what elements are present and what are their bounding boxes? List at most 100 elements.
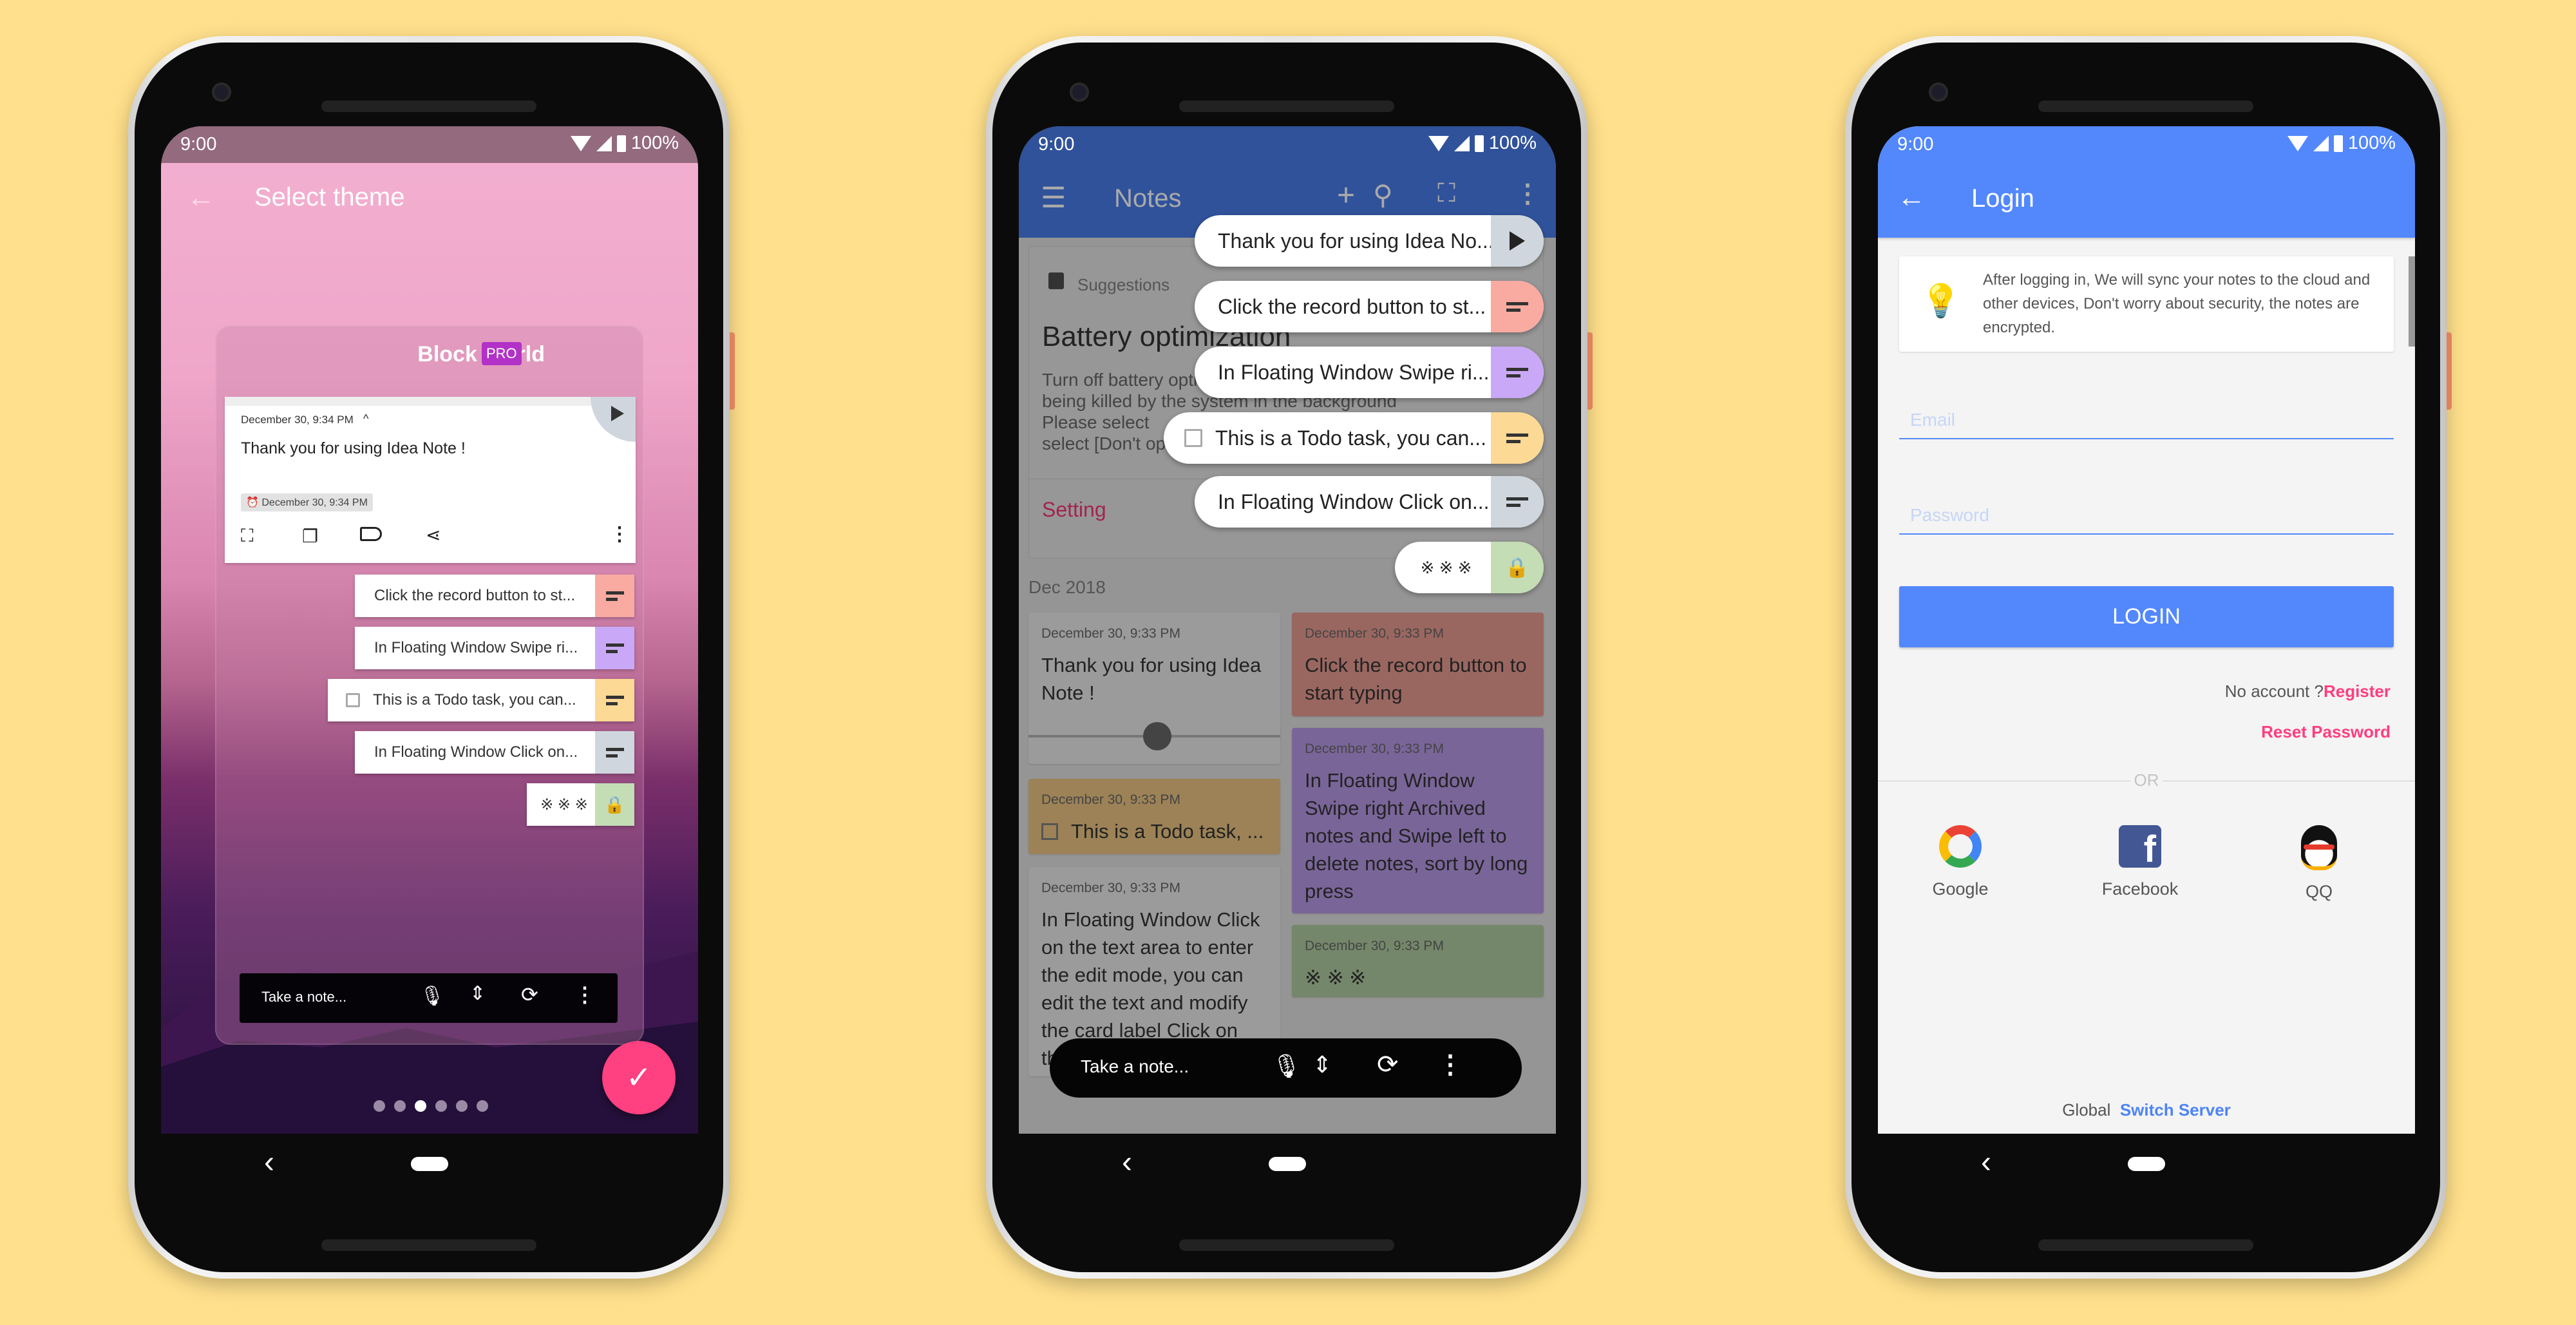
password-field[interactable]: Password: [1899, 499, 2394, 535]
play-icon[interactable]: [1491, 215, 1544, 267]
note-date: December 30, 9:33 PM: [1041, 792, 1180, 807]
scrollbar[interactable]: [2409, 256, 2415, 347]
page-dot[interactable]: [435, 1100, 447, 1112]
battery-level: 100%: [630, 133, 679, 153]
page-dot[interactable]: [477, 1100, 488, 1112]
pill-text: ※ ※ ※: [1420, 557, 1472, 577]
take-note-input[interactable]: Take a note...: [261, 989, 346, 1006]
add-icon[interactable]: +: [1337, 178, 1355, 213]
note-card[interactable]: December 30, 9:33 PM Click the record but…: [1292, 613, 1544, 716]
page-dot[interactable]: [374, 1100, 385, 1112]
floating-note-pill[interactable]: In Floating Window Click on...: [355, 731, 634, 774]
more-icon[interactable]: ⋮: [1515, 179, 1540, 209]
nav-home-button[interactable]: [1269, 1157, 1306, 1171]
share-icon[interactable]: ⋖: [426, 524, 440, 546]
lightbulb-icon: 💡: [1920, 283, 1962, 319]
todo-note-card[interactable]: December 30, 9:33 PM This is a Todo task,…: [1028, 779, 1280, 854]
floating-todo-pill[interactable]: This is a Todo task, you can...: [328, 679, 634, 721]
power-button: [730, 332, 735, 410]
more-icon[interactable]: ⋮: [574, 982, 595, 1007]
floating-note-pill[interactable]: In Floating Window Swipe ri...: [1195, 347, 1544, 398]
info-card: 💡 After logging in, We will sync your no…: [1899, 256, 2394, 352]
floating-note-pill[interactable]: In Floating Window Click on...: [1195, 476, 1544, 528]
floating-note-pill[interactable]: Click the record button to st...: [1195, 281, 1544, 332]
lock-icon: 🔒: [595, 783, 634, 826]
reset-password-link[interactable]: Reset Password: [2261, 722, 2391, 742]
pill-text: Thank you for using Idea No...: [1218, 229, 1491, 253]
email-placeholder: Email: [1910, 410, 1956, 430]
play-button[interactable]: [591, 397, 636, 442]
todo-checkbox[interactable]: [346, 693, 360, 707]
menu-icon[interactable]: ☰: [1041, 182, 1066, 214]
status-bar: 9:00 100%: [1019, 126, 1556, 163]
mic-icon[interactable]: 🎙: [1272, 1053, 1302, 1080]
system-nav-bar: ‹: [1878, 1134, 2415, 1196]
pill-text: In Floating Window Swipe ri...: [1218, 360, 1490, 384]
facebook-login[interactable]: f Facebook: [2076, 825, 2204, 899]
login-button[interactable]: LOGIN: [1899, 586, 2394, 647]
pill-text: This is a Todo task, you can...: [1215, 426, 1486, 450]
todo-checkbox[interactable]: [1041, 823, 1058, 840]
email-field[interactable]: Email: [1899, 403, 2394, 439]
google-login[interactable]: Google: [1896, 825, 2025, 899]
play-icon[interactable]: [1143, 722, 1171, 750]
register-row: No account ?Register: [2225, 682, 2391, 701]
qq-login[interactable]: QQ: [2255, 825, 2383, 902]
back-arrow-icon[interactable]: ←: [187, 182, 215, 214]
register-link[interactable]: Register: [2324, 682, 2391, 701]
setting-link[interactable]: Setting: [1042, 498, 1106, 522]
lock-icon: 🔒: [1491, 542, 1544, 593]
note-card[interactable]: December 30, 9:33 PM Thank you for using …: [1028, 613, 1280, 764]
note-lines-icon: [595, 627, 634, 669]
note-text: Thank you for using Idea Note !: [1041, 654, 1262, 704]
floating-locked-pill[interactable]: ※ ※ ※ 🔒: [1395, 542, 1544, 593]
note-lines-icon: [1491, 476, 1544, 528]
waveform: [225, 397, 636, 406]
floating-note-pill[interactable]: Click the record button to st...: [355, 575, 634, 617]
expand-icon[interactable]: ⇕: [1312, 1051, 1332, 1078]
more-icon[interactable]: ⋮: [610, 523, 629, 546]
pill-text: In Floating Window Swipe ri...: [374, 639, 578, 656]
mic-icon[interactable]: 🎙: [420, 985, 444, 1007]
fullscreen-icon[interactable]: ⛶: [241, 526, 254, 547]
copy-icon[interactable]: ❐: [302, 526, 318, 547]
nav-home-button[interactable]: [2128, 1157, 2165, 1171]
search-icon[interactable]: ⚲: [1373, 179, 1393, 211]
nav-back-icon[interactable]: ‹: [1981, 1147, 1991, 1179]
floating-note-pill[interactable]: In Floating Window Swipe ri...: [355, 627, 634, 669]
reminder-chip[interactable]: ⏰ December 30, 9:34 PM: [241, 493, 373, 511]
floating-note-pill[interactable]: Thank you for using Idea No...: [1195, 215, 1544, 267]
page-dot[interactable]: [394, 1100, 406, 1112]
nav-back-icon[interactable]: ‹: [264, 1147, 274, 1179]
page-title: Login: [1971, 184, 2034, 213]
locked-note-card[interactable]: December 30, 9:33 PM ※ ※ ※: [1292, 925, 1544, 997]
password-placeholder: Password: [1910, 505, 1989, 525]
sync-icon[interactable]: ⟳: [1377, 1050, 1399, 1080]
collapse-chevron-icon[interactable]: ^: [363, 412, 368, 426]
floating-locked-pill[interactable]: ※ ※ ※ 🔒: [527, 783, 634, 826]
note-card[interactable]: December 30, 9:33 PM In Floating Window S…: [1292, 728, 1544, 913]
todo-checkbox[interactable]: [1184, 429, 1202, 447]
qq-penguin-icon: [2301, 825, 2337, 870]
note-date: December 30, 9:33 PM: [1305, 939, 1444, 953]
confirm-fab-check-icon[interactable]: ✓: [602, 1041, 676, 1114]
pro-badge: PRO: [482, 342, 522, 365]
label-icon[interactable]: [360, 527, 382, 541]
battery-icon: [616, 135, 626, 152]
switch-server-link[interactable]: Switch Server: [2120, 1100, 2231, 1120]
page-dot-active[interactable]: [415, 1100, 426, 1112]
scan-icon[interactable]: ⛶: [1437, 179, 1455, 208]
more-icon[interactable]: ⋮: [1437, 1050, 1463, 1080]
page-dot[interactable]: [456, 1100, 468, 1112]
floating-todo-pill[interactable]: This is a Todo task, you can...: [1164, 412, 1544, 464]
system-nav-bar: ‹: [1019, 1134, 1556, 1196]
sync-icon[interactable]: ⟳: [521, 982, 538, 1007]
nav-home-button[interactable]: [411, 1157, 448, 1171]
take-note-input[interactable]: Take a note...: [1081, 1056, 1189, 1077]
nav-back-icon[interactable]: ‹: [1122, 1147, 1132, 1179]
note-card[interactable]: December 30, 9:34 PM ^ Thank you for usi…: [225, 397, 636, 563]
speaker: [1179, 100, 1394, 112]
back-arrow-icon[interactable]: ←: [1897, 182, 1926, 214]
expand-icon[interactable]: ⇕: [469, 982, 486, 1005]
pill-text: In Floating Window Click on...: [374, 743, 578, 761]
